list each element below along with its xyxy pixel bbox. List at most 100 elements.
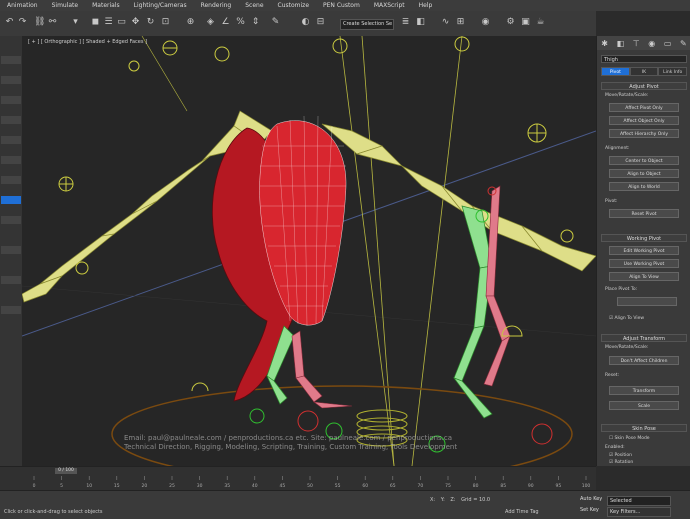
edit-named-selection-icon[interactable]: ✎ xyxy=(270,17,281,28)
graphite-icon[interactable]: ◧ xyxy=(415,17,426,28)
schematic-view-icon[interactable]: ⊞ xyxy=(455,17,466,28)
alignment-label: Alignment: xyxy=(605,146,630,151)
tab-pivot[interactable]: Pivot xyxy=(601,67,630,76)
angle-snap-icon[interactable]: ∠ xyxy=(220,17,231,28)
hierarchy-tab-icon[interactable]: ⊤ xyxy=(633,39,640,48)
list-item[interactable] xyxy=(1,136,21,144)
rotate-icon[interactable]: ↻ xyxy=(145,17,156,28)
selection-set-dropdown[interactable]: Selected xyxy=(607,496,671,506)
menu-item-customize[interactable]: Customize xyxy=(271,2,317,9)
menu-item-rendering[interactable]: Rendering xyxy=(194,2,239,9)
select-by-name-icon[interactable]: ☰ xyxy=(103,17,114,28)
create-tab-icon[interactable]: ✱ xyxy=(601,39,608,48)
layer-manager-icon[interactable]: ≣ xyxy=(400,17,411,28)
status-bar: Click or click-and-drag to select object… xyxy=(0,490,690,519)
menu-item-help[interactable]: Help xyxy=(412,2,440,9)
grid-size: Grid = 10.0 xyxy=(461,497,491,503)
material-editor-icon[interactable]: ◉ xyxy=(480,17,491,28)
scale-icon[interactable]: ⊡ xyxy=(160,17,171,28)
unlink-icon[interactable]: ⚯ xyxy=(47,17,58,28)
skin-pose-rollout[interactable]: Skin Pose xyxy=(601,424,687,432)
timeline-tick-label: 75 xyxy=(445,483,451,489)
modify-tab-icon[interactable]: ◧ xyxy=(617,39,625,48)
timeline-tick-label: 70 xyxy=(418,483,424,489)
mirror-icon[interactable]: ◐ xyxy=(300,17,311,28)
list-item[interactable] xyxy=(1,216,21,224)
position-check[interactable]: ☑ Position xyxy=(609,453,632,458)
spinner-snap-icon[interactable]: ⇕ xyxy=(250,17,261,28)
auto-key-button[interactable]: Auto Key xyxy=(580,496,602,502)
list-item[interactable] xyxy=(1,56,21,64)
menu-item-simulate[interactable]: Simulate xyxy=(45,2,86,9)
pivot-center-icon[interactable]: ⊕ xyxy=(185,17,196,28)
affect-object-only-button[interactable]: Affect Object Only xyxy=(609,116,679,125)
watermark-line-1: Email: paul@paulneale.com / penproductio… xyxy=(124,434,453,442)
list-item[interactable] xyxy=(1,76,21,84)
list-item[interactable] xyxy=(1,276,21,284)
viewport-label[interactable]: [ + ] [ Orthographic ] [ Shaded + Edged … xyxy=(28,39,147,45)
key-filters-button[interactable]: Key Filters... xyxy=(607,507,671,517)
tab-link-info[interactable]: Link Info xyxy=(658,67,688,76)
render-frame-icon[interactable]: ▣ xyxy=(520,17,531,28)
link-icon[interactable]: ⛓ xyxy=(34,17,45,28)
view-button[interactable] xyxy=(617,297,677,306)
align-to-object-button[interactable]: Align to Object xyxy=(609,169,679,178)
menu-item-lighting-cameras[interactable]: Lighting/Cameras xyxy=(127,2,194,9)
reset-scale-button[interactable]: Scale xyxy=(609,401,679,410)
selection-region-icon[interactable]: ▭ xyxy=(116,17,127,28)
list-item[interactable] xyxy=(1,246,21,254)
adjust-transform-rollout[interactable]: Adjust Transform xyxy=(601,334,687,342)
edit-working-pivot-button[interactable]: Edit Working Pivot xyxy=(609,246,679,255)
affect-hierarchy-only-button[interactable]: Affect Hierarchy Only xyxy=(609,129,679,138)
list-item[interactable] xyxy=(1,96,21,104)
add-time-tag-button[interactable]: Add Time Tag xyxy=(505,509,539,515)
reset-transform-button[interactable]: Transform xyxy=(609,386,679,395)
tab-ik[interactable]: IK xyxy=(629,67,659,76)
x-coord[interactable]: X: xyxy=(430,497,435,503)
time-slider[interactable]: 0 / 100 xyxy=(55,468,77,474)
align-to-world-button[interactable]: Align to World xyxy=(609,182,679,191)
menu-item-scene[interactable]: Scene xyxy=(238,2,270,9)
timeline[interactable]: 0 / 100 0 5 10 15 20 25 30 35 40 45 50 55 60 65 70 75 80… xyxy=(0,466,596,491)
select-object-icon[interactable]: ◼ xyxy=(90,17,101,28)
motion-tab-icon[interactable]: ◉ xyxy=(648,39,655,48)
list-item[interactable] xyxy=(1,116,21,124)
rotation-check[interactable]: ☑ Rotation xyxy=(609,460,633,465)
render-setup-icon[interactable]: ⚙ xyxy=(505,17,516,28)
menu-item-materials[interactable]: Materials xyxy=(85,2,127,9)
dont-affect-children-button[interactable]: Don't Affect Children xyxy=(609,356,679,365)
menu-item-animation[interactable]: Animation xyxy=(0,2,45,9)
align-icon[interactable]: ⊟ xyxy=(315,17,326,28)
align-to-view-button[interactable]: Align To View xyxy=(609,272,679,281)
select-filter-icon[interactable]: ▾ xyxy=(70,17,81,28)
working-pivot-rollout[interactable]: Working Pivot xyxy=(601,234,687,242)
object-name-field[interactable]: Thigh xyxy=(601,55,687,63)
affect-pivot-only-button[interactable]: Affect Pivot Only xyxy=(609,103,679,112)
z-coord[interactable]: Z: xyxy=(450,497,455,503)
list-item[interactable] xyxy=(1,176,21,184)
reset-pivot-button[interactable]: Reset Pivot xyxy=(609,209,679,218)
menu-item-maxscript[interactable]: MAXScript xyxy=(367,2,412,9)
y-coord[interactable]: Y: xyxy=(441,497,445,503)
use-working-pivot-button[interactable]: Use Working Pivot xyxy=(609,259,679,268)
undo-icon[interactable]: ↶ xyxy=(4,17,15,28)
curve-editor-icon[interactable]: ∿ xyxy=(440,17,451,28)
redo-icon[interactable]: ↷ xyxy=(17,17,28,28)
skin-pose-mode-check[interactable]: ☐ Skin Pose Mode xyxy=(609,436,650,441)
adjust-pivot-rollout[interactable]: Adjust Pivot xyxy=(601,82,687,90)
render-icon[interactable]: ☕ xyxy=(535,17,546,28)
list-item[interactable] xyxy=(1,306,21,314)
move-icon[interactable]: ✥ xyxy=(130,17,141,28)
center-to-object-button[interactable]: Center to Object xyxy=(609,156,679,165)
set-key-button[interactable]: Set Key xyxy=(580,507,599,513)
menu-item-pen-custom[interactable]: PEN Custom xyxy=(316,2,367,9)
percent-snap-icon[interactable]: % xyxy=(235,17,246,28)
list-item-selected[interactable] xyxy=(1,196,21,204)
snap-icon[interactable]: ◈ xyxy=(205,17,216,28)
utilities-tab-icon[interactable]: ✎ xyxy=(680,39,687,48)
align-to-view-check[interactable]: ☑ Align To View xyxy=(609,316,644,321)
display-tab-icon[interactable]: ▭ xyxy=(664,39,672,48)
list-item[interactable] xyxy=(1,156,21,164)
named-selection-dropdown[interactable]: Create Selection Se xyxy=(340,19,394,30)
viewport[interactable]: [ + ] [ Orthographic ] [ Shaded + Edged … xyxy=(22,36,596,466)
